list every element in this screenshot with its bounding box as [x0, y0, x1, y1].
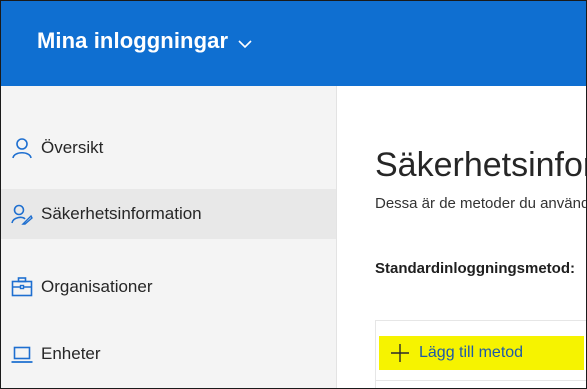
chevron-down-icon[interactable] — [238, 36, 252, 48]
sidebar-item-sakerhetsinformation[interactable]: Säkerhetsinformation — [1, 189, 336, 239]
app-window: Mina inloggningar Översikt Säkerhetsinfo… — [0, 0, 587, 389]
top-bar: Mina inloggningar — [1, 1, 586, 86]
sidebar-item-label: Enheter — [41, 344, 101, 363]
page-description: Dessa är de metoder du använder för att … — [375, 195, 586, 212]
app-title[interactable]: Mina inloggningar — [37, 28, 228, 54]
sidebar: Översikt Säkerhetsinformation Organisati… — [1, 86, 337, 388]
main-content: Säkerhetsinformation Dessa är de metoder… — [337, 86, 586, 388]
sidebar-item-oversikt[interactable]: Översikt — [1, 123, 336, 173]
sidebar-item-label: Översikt — [41, 138, 104, 157]
laptop-icon — [11, 343, 33, 365]
sidebar-item-label: Organisationer — [41, 277, 153, 296]
divider — [375, 380, 586, 381]
briefcase-icon — [11, 276, 33, 298]
security-info-icon — [11, 203, 33, 225]
add-method-label: Lägg till metod — [419, 344, 524, 361]
page-title: Säkerhetsinformation — [375, 145, 586, 184]
sidebar-item-label: Säkerhetsinformation — [41, 204, 202, 223]
sidebar-item-enheter[interactable]: Enheter — [1, 329, 336, 379]
default-method-heading: Standardinloggningsmetod: — [375, 260, 575, 277]
add-method-button[interactable]: Lägg till metod — [379, 336, 584, 370]
sidebar-item-organisationer[interactable]: Organisationer — [1, 262, 336, 312]
plus-icon — [389, 342, 411, 364]
person-icon — [11, 137, 33, 159]
